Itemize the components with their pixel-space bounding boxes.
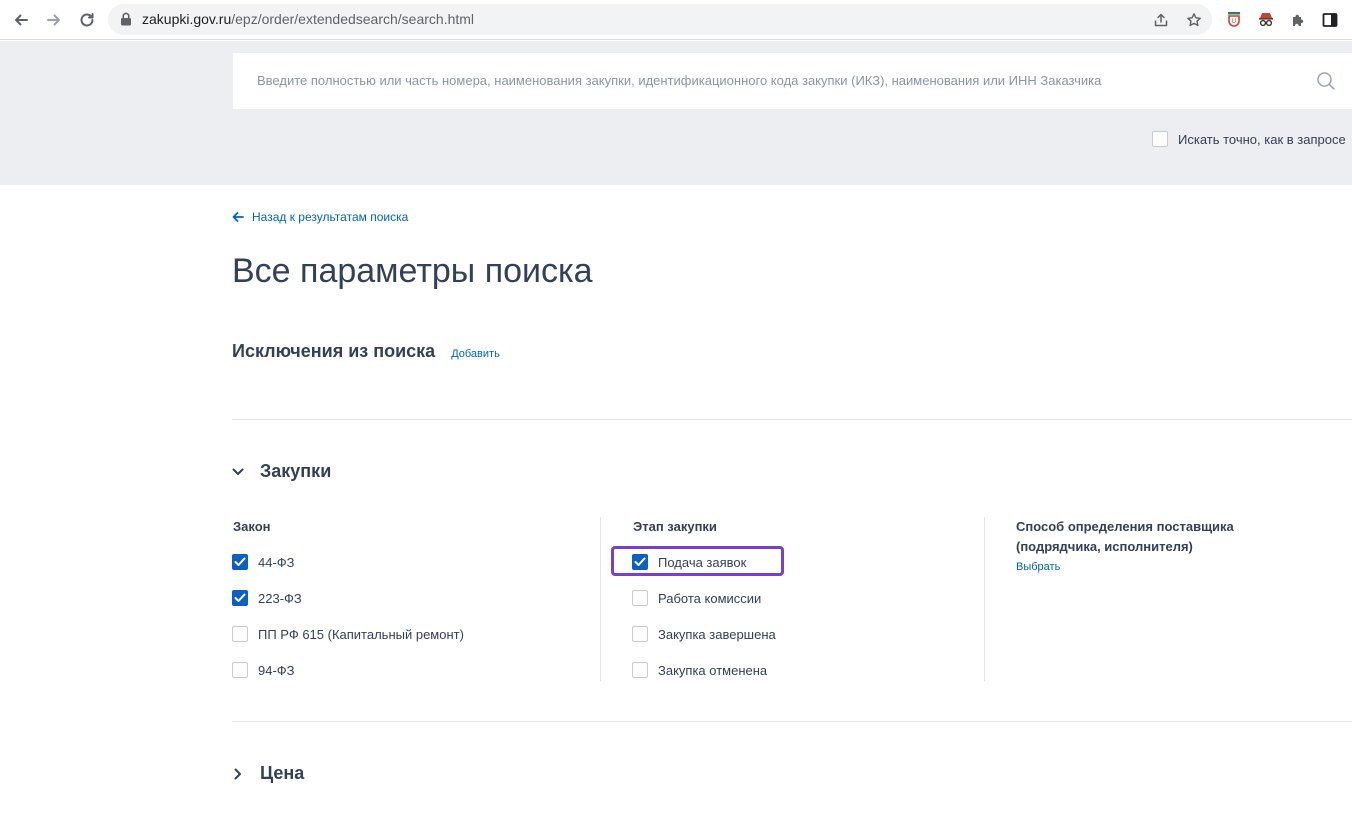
page-title: Все параметры поиска	[232, 252, 593, 290]
exact-search-option[interactable]: Искать точно, как в запросе	[1152, 131, 1346, 147]
puzzle-extensions-icon[interactable]	[1287, 9, 1309, 31]
checkbox-unchecked[interactable]	[632, 662, 648, 678]
law-option-label: 94-ФЗ	[258, 662, 295, 678]
law-option-label: ПП РФ 615 (Капитальный ремонт)	[258, 626, 464, 642]
column-separator	[600, 517, 601, 681]
law-heading: Закон	[233, 519, 271, 534]
url-path: /epz/order/extendedsearch/search.html	[231, 11, 475, 27]
forward-arrow-icon[interactable]	[42, 8, 66, 32]
checkbox-checked[interactable]	[232, 554, 248, 570]
law-option-label: 44-ФЗ	[258, 554, 295, 570]
law-option-label: 223-ФЗ	[258, 590, 302, 606]
stage-option-label: Закупка отменена	[658, 662, 768, 678]
add-exclusion-link[interactable]: Добавить	[451, 348, 500, 360]
checkbox-unchecked[interactable]	[232, 626, 248, 642]
checkbox-checked[interactable]	[232, 590, 248, 606]
checkmark-icon	[234, 557, 246, 566]
url-host: zakupki.gov.ru	[142, 11, 232, 27]
side-panel-icon[interactable]	[1319, 9, 1341, 31]
section-price-toggle[interactable]: Цена	[232, 763, 304, 784]
law-column: Закон	[233, 517, 271, 537]
lock-icon	[120, 12, 132, 31]
method-column: Способ определения поставщика (подрядчик…	[1016, 517, 1246, 573]
checkmark-icon	[234, 593, 246, 602]
stage-option-label: Работа комиссии	[658, 590, 762, 606]
arrow-left-icon	[232, 212, 244, 222]
divider	[232, 419, 1352, 420]
method-heading: Способ определения поставщика (подрядчик…	[1016, 519, 1234, 554]
law-option-pp615[interactable]: ПП РФ 615 (Капитальный ремонт)	[232, 625, 464, 643]
svg-text:U: U	[1232, 18, 1236, 25]
exclusions-heading: Исключения из поиска	[232, 341, 436, 361]
checkbox-unchecked[interactable]	[632, 590, 648, 606]
search-input[interactable]: Введите полностью или часть номера, наим…	[233, 53, 1352, 109]
spy-extension-icon[interactable]	[1255, 9, 1277, 31]
chevron-right-icon	[232, 768, 244, 780]
checkbox-unchecked[interactable]	[632, 626, 648, 642]
back-to-results-label: Назад к результатам поиска	[252, 210, 409, 224]
browser-toolbar: zakupki.gov.ru/epz/order/extendedsearch/…	[0, 0, 1352, 40]
stage-option-commission[interactable]: Работа комиссии	[632, 589, 761, 607]
exclusions-header: Исключения из поиска Добавить	[232, 341, 500, 362]
shield-extension-icon[interactable]: U	[1223, 9, 1245, 31]
law-option-223fz[interactable]: 223-ФЗ	[232, 589, 302, 607]
back-to-results-link[interactable]: Назад к результатам поиска	[232, 210, 408, 224]
back-arrow-icon[interactable]	[9, 8, 33, 32]
address-bar[interactable]: zakupki.gov.ru/epz/order/extendedsearch/…	[108, 4, 1212, 35]
share-icon[interactable]	[1151, 10, 1171, 30]
selection-highlight	[611, 546, 784, 576]
column-separator	[984, 517, 985, 681]
method-choose-link[interactable]: Выбрать	[1016, 561, 1246, 573]
stage-option-cancelled[interactable]: Закупка отменена	[632, 661, 767, 679]
law-option-94fz[interactable]: 94-ФЗ	[232, 661, 295, 679]
exact-search-checkbox[interactable]	[1152, 131, 1168, 147]
chevron-down-icon	[232, 466, 244, 478]
section-purchases-title: Закупки	[260, 461, 332, 481]
search-icon[interactable]	[1316, 71, 1336, 96]
stage-column: Этап закупки	[633, 517, 717, 537]
section-purchases-toggle[interactable]: Закупки	[232, 461, 331, 482]
reload-icon[interactable]	[75, 8, 99, 32]
star-icon[interactable]	[1184, 10, 1204, 30]
stage-option-label: Закупка завершена	[658, 626, 776, 642]
law-option-44fz[interactable]: 44-ФЗ	[232, 553, 295, 571]
checkbox-unchecked[interactable]	[232, 662, 248, 678]
url-text[interactable]: zakupki.gov.ru/epz/order/extendedsearch/…	[142, 11, 474, 27]
stage-option-completed[interactable]: Закупка завершена	[632, 625, 776, 643]
exact-search-label: Искать точно, как в запросе	[1178, 131, 1346, 147]
divider	[232, 721, 1352, 722]
section-price-title: Цена	[260, 763, 305, 783]
stage-heading: Этап закупки	[633, 519, 717, 534]
search-placeholder: Введите полностью или часть номера, наим…	[257, 73, 1102, 88]
search-area: Введите полностью или часть номера, наим…	[0, 41, 1352, 185]
